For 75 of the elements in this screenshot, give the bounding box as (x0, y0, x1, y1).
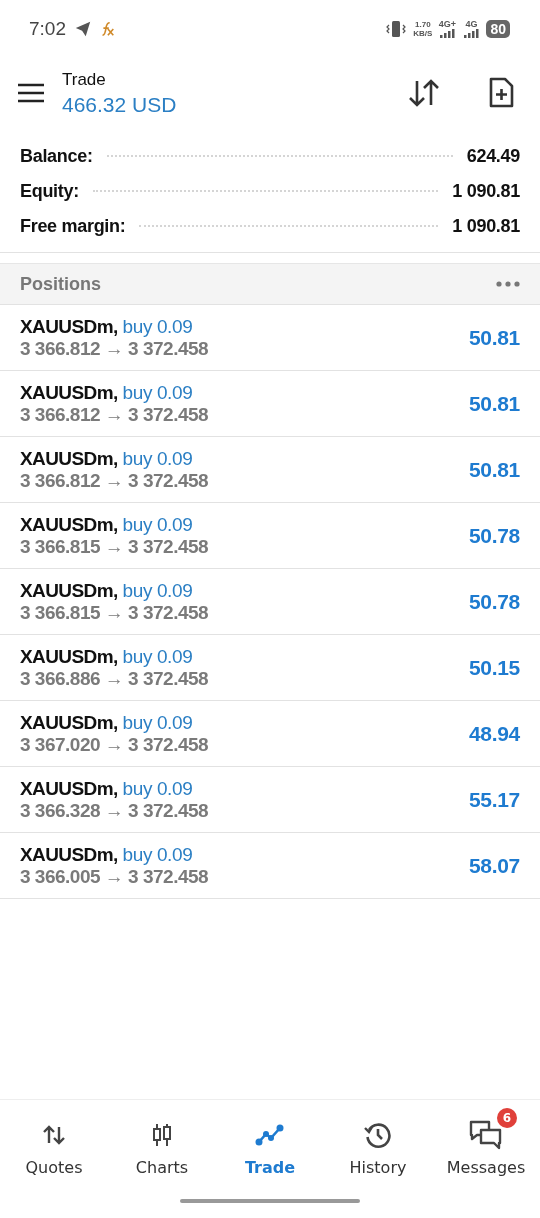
nav-tab[interactable]: Trade (216, 1104, 324, 1184)
account-balance: 466.32 USD (62, 92, 177, 117)
position-profit: 55.17 (468, 787, 520, 812)
position-row[interactable]: XAUUSDm, buy 0.09 3 366.812 → 3 372.458 50.81 (0, 371, 540, 437)
chat-icon (469, 1120, 503, 1150)
position-row[interactable]: XAUUSDm, buy 0.09 3 366.886 → 3 372.458 50.15 (0, 635, 540, 701)
summary-label: Balance: (20, 145, 93, 167)
vibrate-icon (385, 19, 408, 39)
nav-tab[interactable]: Charts (108, 1104, 216, 1184)
network-label: 4G (465, 20, 478, 29)
candlestick-icon (150, 1123, 174, 1147)
nav-tab[interactable]: 6 Messages (432, 1104, 540, 1184)
header-title: Trade (62, 69, 107, 90)
nav-tab[interactable]: Quotes (0, 1104, 108, 1184)
position-prices: 3 366.815 → 3 372.458 (20, 601, 210, 624)
network-label: 4G+ (438, 20, 457, 29)
position-prices: 3 366.812 → 3 372.458 (20, 469, 210, 492)
position-prices: 3 367.020 → 3 372.458 (20, 733, 210, 756)
position-row[interactable]: XAUUSDm, buy 0.09 3 366.812 → 3 372.458 50.81 (0, 437, 540, 503)
position-order: buy 0.09 (122, 843, 193, 866)
position-order: buy 0.09 (122, 777, 193, 800)
notification-badge: 6 (497, 1108, 517, 1128)
position-order: buy 0.09 (122, 513, 193, 536)
more-icon[interactable] (496, 281, 520, 287)
section-title: Positions (20, 273, 101, 295)
status-time: 7:02 (29, 18, 66, 40)
send-icon (74, 20, 92, 38)
battery-indicator: 80 (486, 20, 510, 38)
position-prices: 3 366.812 → 3 372.458 (20, 337, 210, 360)
position-symbol: XAUUSDm, (20, 579, 118, 602)
signal-icon (438, 29, 457, 38)
position-prices: 3 366.005 → 3 372.458 (20, 865, 210, 888)
position-order: buy 0.09 (122, 711, 193, 734)
position-profit: 50.78 (468, 589, 520, 614)
position-prices: 3 366.815 → 3 372.458 (20, 535, 210, 558)
summary-value: 624.49 (466, 145, 520, 167)
position-order: buy 0.09 (122, 579, 193, 602)
position-profit: 50.81 (468, 391, 520, 416)
position-row[interactable]: XAUUSDm, buy 0.09 3 366.815 → 3 372.458 50.78 (0, 569, 540, 635)
history-icon (364, 1121, 392, 1149)
nav-tab[interactable]: History (324, 1104, 432, 1184)
summary-label: Free margin: (20, 215, 126, 237)
position-profit: 50.78 (468, 523, 520, 548)
summary-label: Equity: (20, 180, 79, 202)
position-prices: 3 366.328 → 3 372.458 (20, 799, 210, 822)
position-row[interactable]: XAUUSDm, buy 0.09 3 366.328 → 3 372.458 55.17 (0, 767, 540, 833)
arrows-icon (42, 1123, 66, 1147)
position-symbol: XAUUSDm, (20, 513, 118, 536)
position-symbol: XAUUSDm, (20, 381, 118, 404)
position-symbol: XAUUSDm, (20, 843, 118, 866)
position-order: buy 0.09 (122, 645, 193, 668)
position-symbol: XAUUSDm, (20, 777, 118, 800)
position-prices: 3 366.812 → 3 372.458 (20, 403, 210, 426)
position-symbol: XAUUSDm, (20, 315, 118, 338)
position-row[interactable]: XAUUSDm, buy 0.09 3 366.815 → 3 372.458 50.78 (0, 503, 540, 569)
position-prices: 3 366.886 → 3 372.458 (20, 667, 210, 690)
line-chart-icon (255, 1123, 285, 1147)
position-symbol: XAUUSDm, (20, 447, 118, 470)
position-profit: 50.81 (468, 325, 520, 350)
position-row[interactable]: XAUUSDm, buy 0.09 3 366.812 → 3 372.458 50.81 (0, 305, 540, 371)
position-row[interactable]: XAUUSDm, buy 0.09 3 367.020 → 3 372.458 48.94 (0, 701, 540, 767)
position-profit: 50.15 (468, 655, 520, 680)
data-rate: 1.70 KB/S (413, 20, 433, 38)
position-profit: 50.81 (468, 457, 520, 482)
position-symbol: XAUUSDm, (20, 711, 118, 734)
summary-value: 1 090.81 (452, 215, 520, 237)
position-order: buy 0.09 (122, 381, 193, 404)
signal-icon (462, 29, 481, 38)
position-order: buy 0.09 (122, 315, 193, 338)
position-symbol: XAUUSDm, (20, 645, 118, 668)
position-row[interactable]: XAUUSDm, buy 0.09 3 366.005 → 3 372.458 58.07 (0, 833, 540, 899)
position-profit: 58.07 (468, 853, 520, 878)
position-profit: 48.94 (468, 721, 520, 746)
summary-value: 1 090.81 (452, 180, 520, 202)
position-order: buy 0.09 (122, 447, 193, 470)
